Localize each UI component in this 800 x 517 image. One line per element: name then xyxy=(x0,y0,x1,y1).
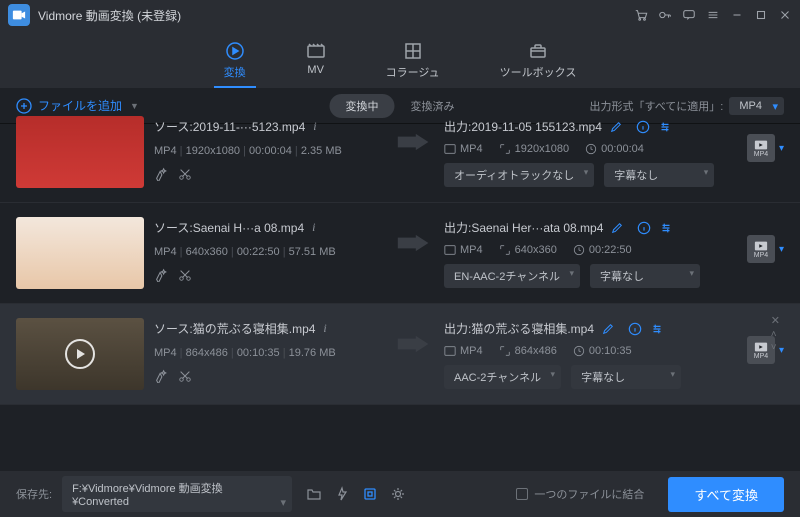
audio-track-dropdown[interactable]: AAC-2チャンネル xyxy=(444,365,561,389)
effects-icon[interactable] xyxy=(154,167,168,181)
format-icon xyxy=(444,244,456,256)
chevron-down-icon[interactable]: ▾ xyxy=(779,143,784,154)
format-icon xyxy=(444,143,456,155)
output-format-button[interactable]: MP4 xyxy=(747,134,775,162)
tab-toolbox[interactable]: ツールボックス xyxy=(490,38,587,88)
resolution-icon xyxy=(499,244,511,256)
save-location-label: 保存先: xyxy=(16,486,52,502)
cut-icon[interactable] xyxy=(178,167,192,181)
source-filename: ソース:猫の荒ぶる寝相集.mp4 xyxy=(154,320,315,337)
resolution-icon xyxy=(499,345,511,357)
tab-mv[interactable]: MV xyxy=(296,38,336,88)
save-location-dropdown[interactable]: F:¥Vidmore¥Vidmore 動画変換¥Converted xyxy=(62,476,292,512)
remove-row-icon[interactable]: ✕ xyxy=(771,314,780,327)
mv-icon xyxy=(306,42,326,60)
tab-convert[interactable]: 変換 xyxy=(214,38,256,88)
cart-icon[interactable] xyxy=(634,8,648,22)
output-filename: 出力:猫の荒ぶる寝相集.mp4 xyxy=(444,320,594,337)
app-title: Vidmore 動画変換 (未登録) xyxy=(38,7,181,24)
toolbox-icon xyxy=(528,42,548,60)
cut-icon[interactable] xyxy=(178,369,192,383)
merge-label: 一つのファイルに結合 xyxy=(534,486,644,502)
chevron-down-icon[interactable]: ▾ xyxy=(779,244,784,255)
move-up-icon[interactable]: ˄ xyxy=(771,329,780,340)
open-folder-icon[interactable] xyxy=(306,486,322,502)
rename-icon[interactable] xyxy=(602,323,614,335)
file-row[interactable]: ソース:2019-11-···5123.mp4 i MP41920x108000… xyxy=(0,102,800,203)
rename-icon[interactable] xyxy=(610,121,622,133)
collage-icon xyxy=(403,42,423,60)
arrow-icon xyxy=(394,132,434,152)
convert-icon xyxy=(225,42,245,60)
convert-all-button[interactable]: すべて変換 xyxy=(668,477,784,512)
nav-label: MV xyxy=(307,64,324,76)
file-row[interactable]: ソース:Saenai H···a 08.mp4 i MP4640x36000:2… xyxy=(0,203,800,304)
output-filename: 出力:2019-11-05 155123.mp4 xyxy=(444,118,602,135)
key-icon[interactable] xyxy=(658,8,672,22)
feedback-icon[interactable] xyxy=(682,8,696,22)
tab-collage[interactable]: コラージュ xyxy=(376,38,450,88)
advanced-settings-icon[interactable] xyxy=(658,120,672,134)
close-icon[interactable] xyxy=(778,8,792,22)
output-info-icon[interactable] xyxy=(628,322,642,336)
maximize-icon[interactable] xyxy=(754,8,768,22)
info-icon[interactable]: i xyxy=(323,321,326,336)
nav-label: ツールボックス xyxy=(500,64,577,80)
subtitle-dropdown[interactable]: 字幕なし xyxy=(590,264,700,288)
file-list: ソース:2019-11-···5123.mp4 i MP41920x108000… xyxy=(0,102,800,471)
video-thumbnail[interactable] xyxy=(16,318,144,390)
output-info-icon[interactable] xyxy=(636,120,650,134)
format-icon xyxy=(444,345,456,357)
effects-icon[interactable] xyxy=(154,268,168,282)
menu-icon[interactable] xyxy=(706,8,720,22)
clock-icon xyxy=(585,143,597,155)
source-filename: ソース:2019-11-···5123.mp4 xyxy=(154,118,305,135)
titlebar: Vidmore 動画変換 (未登録) xyxy=(0,0,800,30)
output-format-button[interactable]: MP4 xyxy=(747,235,775,263)
cut-icon[interactable] xyxy=(178,268,192,282)
source-meta: MP4640x36000:22:5057.51 MB xyxy=(154,246,384,258)
gpu-icon[interactable] xyxy=(362,486,378,502)
clock-icon xyxy=(573,244,585,256)
subtitle-dropdown[interactable]: 字幕なし xyxy=(604,163,714,187)
output-filename: 出力:Saenai Her···ata 08.mp4 xyxy=(444,219,603,236)
output-info-icon[interactable] xyxy=(637,221,651,235)
minimize-icon[interactable] xyxy=(730,8,744,22)
resolution-icon xyxy=(499,143,511,155)
source-filename: ソース:Saenai H···a 08.mp4 xyxy=(154,219,304,236)
nav-label: コラージュ xyxy=(386,64,440,80)
video-thumbnail[interactable] xyxy=(16,116,144,188)
video-thumbnail[interactable] xyxy=(16,217,144,289)
source-meta: MP4864x48600:10:3519.76 MB xyxy=(154,347,384,359)
advanced-settings-icon[interactable] xyxy=(650,322,664,336)
audio-track-dropdown[interactable]: EN-AAC-2チャンネル xyxy=(444,264,580,288)
arrow-icon xyxy=(394,334,434,354)
effects-icon[interactable] xyxy=(154,369,168,383)
subtitle-dropdown[interactable]: 字幕なし xyxy=(571,365,681,389)
audio-track-dropdown[interactable]: オーディオトラックなし xyxy=(444,163,594,187)
arrow-icon xyxy=(394,233,434,253)
nav-label: 変換 xyxy=(224,64,246,80)
main-nav: 変換 MV コラージュ ツールボックス xyxy=(0,30,800,88)
settings-icon[interactable] xyxy=(390,486,406,502)
footer-bar: 保存先: F:¥Vidmore¥Vidmore 動画変換¥Converted 一… xyxy=(0,471,800,517)
file-row[interactable]: ソース:猫の荒ぶる寝相集.mp4 i MP4864x48600:10:3519.… xyxy=(0,304,800,405)
move-down-icon[interactable]: ˅ xyxy=(771,342,780,353)
hardware-accel-icon[interactable] xyxy=(334,486,350,502)
info-icon[interactable]: i xyxy=(312,220,315,235)
advanced-settings-icon[interactable] xyxy=(659,221,673,235)
app-logo-icon xyxy=(8,4,30,26)
clock-icon xyxy=(573,345,585,357)
info-icon[interactable]: i xyxy=(313,119,316,134)
play-icon[interactable] xyxy=(65,339,95,369)
merge-checkbox[interactable] xyxy=(516,488,528,500)
rename-icon[interactable] xyxy=(611,222,623,234)
source-meta: MP41920x108000:00:042.35 MB xyxy=(154,145,384,157)
